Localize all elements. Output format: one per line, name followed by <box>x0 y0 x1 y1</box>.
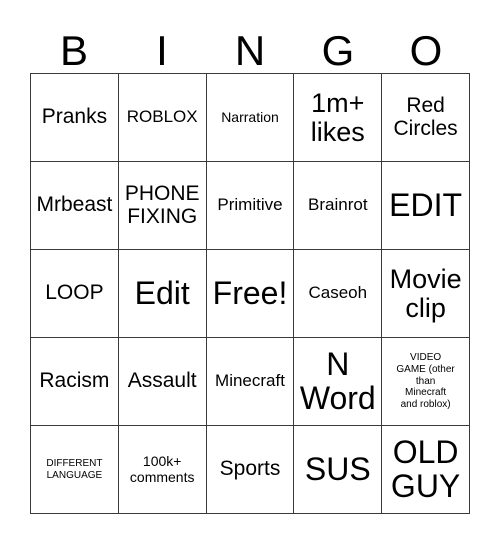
bingo-cell[interactable]: Sports <box>206 426 295 514</box>
bingo-header-row: B I N G O <box>30 18 470 73</box>
bingo-cell-label: VIDEO GAME (other than Minecraft and rob… <box>396 352 455 411</box>
bingo-cell-label: LOOP <box>45 281 104 305</box>
bingo-cell-label: Pranks <box>41 105 108 129</box>
bingo-cell-label: Movie clip <box>389 263 462 323</box>
bingo-cell[interactable]: N Word <box>294 338 383 426</box>
bingo-cell[interactable]: Edit <box>118 250 207 338</box>
bingo-cell[interactable]: Free! <box>206 250 295 338</box>
bingo-cell[interactable]: PHONE FIXING <box>118 162 207 250</box>
bingo-cell[interactable]: VIDEO GAME (other than Minecraft and rob… <box>382 338 470 426</box>
bingo-cell-label: Free! <box>212 274 288 311</box>
bingo-cell-label: DIFFERENT LANGUAGE <box>46 457 103 481</box>
bingo-cell[interactable]: Primitive <box>206 162 295 250</box>
bingo-cell-label: 1m+ likes <box>310 87 365 147</box>
bingo-cell[interactable]: Narration <box>206 74 295 162</box>
bingo-cell-label: Caseoh <box>308 283 368 303</box>
bingo-cell[interactable]: OLD GUY <box>382 426 470 514</box>
bingo-cell-label: Sports <box>219 457 281 481</box>
bingo-cell-label: Red Circles <box>393 93 458 140</box>
bingo-cell[interactable]: ROBLOX <box>118 74 207 162</box>
bingo-card: B I N G O Pranks ROBLOX Narration 1m+ likes… <box>0 0 500 544</box>
bingo-cell[interactable]: SUS <box>294 426 383 514</box>
bingo-cell[interactable]: 100k+ comments <box>118 426 207 514</box>
bingo-cell-label: Brainrot <box>308 195 368 215</box>
bingo-cell[interactable]: Mrbeast <box>31 162 119 250</box>
bingo-cell[interactable]: Minecraft <box>206 338 295 426</box>
bingo-cell-label: SUS <box>304 450 371 487</box>
bingo-cell-label: 100k+ comments <box>129 452 195 485</box>
bingo-cell[interactable]: Racism <box>31 338 119 426</box>
bingo-header-letter-n: N <box>234 27 266 74</box>
bingo-header-letter-o: O <box>409 27 443 74</box>
bingo-header-letter-g: G <box>321 27 355 74</box>
bingo-cell[interactable]: 1m+ likes <box>294 74 383 162</box>
bingo-header-letter-i: I <box>156 27 168 74</box>
bingo-cell-label: Assault <box>127 369 197 393</box>
bingo-cell-label: N Word <box>299 346 376 416</box>
bingo-cell[interactable]: Pranks <box>31 74 119 162</box>
bingo-cell[interactable]: Assault <box>118 338 207 426</box>
bingo-cell[interactable]: EDIT <box>382 162 470 250</box>
bingo-cell-label: OLD GUY <box>390 434 461 504</box>
bingo-cell-label: PHONE FIXING <box>124 181 200 228</box>
bingo-cell[interactable]: LOOP <box>31 250 119 338</box>
bingo-cell-label: ROBLOX <box>126 107 198 127</box>
bingo-cell[interactable]: Caseoh <box>294 250 383 338</box>
bingo-cell[interactable]: Red Circles <box>382 74 470 162</box>
bingo-cell[interactable]: DIFFERENT LANGUAGE <box>31 426 119 514</box>
bingo-grid: Pranks ROBLOX Narration 1m+ likes Red Circle… <box>30 73 470 514</box>
bingo-cell-label: Edit <box>134 274 190 311</box>
bingo-cell[interactable]: Movie clip <box>382 250 470 338</box>
bingo-cell-label: Mrbeast <box>36 193 113 217</box>
bingo-cell[interactable]: Brainrot <box>294 162 383 250</box>
bingo-cell-label: Primitive <box>217 195 283 215</box>
bingo-cell-label: Minecraft <box>215 371 285 391</box>
bingo-header-letter-b: B <box>59 27 88 74</box>
bingo-cell-label: Racism <box>39 369 110 393</box>
bingo-cell-label: EDIT <box>389 186 463 223</box>
bingo-cell-label: Narration <box>221 108 279 125</box>
